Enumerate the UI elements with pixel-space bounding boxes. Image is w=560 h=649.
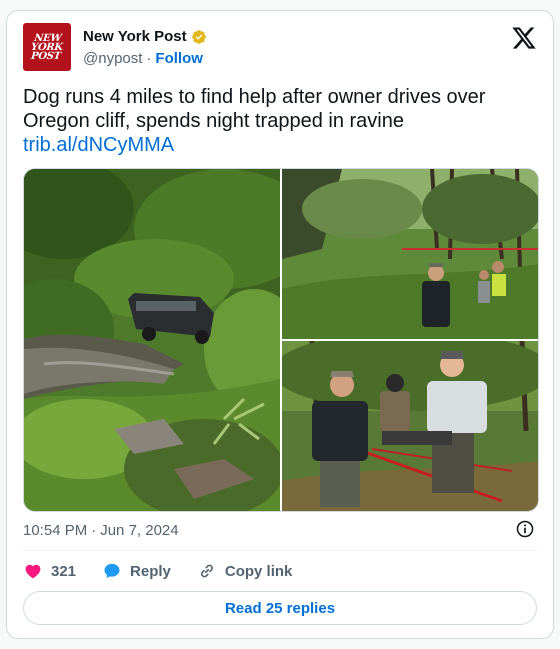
tweet-text: Dog runs 4 miles to find help after owne… (23, 86, 486, 132)
info-icon[interactable] (515, 519, 535, 539)
tweet-card: NEW YORK POST New York Post @nypost · Fo… (6, 10, 554, 639)
photo-suv-in-creek[interactable] (24, 169, 280, 511)
follow-button[interactable]: Follow (155, 50, 203, 67)
read-replies-button[interactable]: Read 25 replies (23, 591, 537, 625)
reply-button[interactable]: Reply (102, 561, 171, 581)
link-icon (200, 564, 213, 578)
copy-link-button[interactable]: Copy link (197, 561, 293, 581)
read-replies-label: Read 25 replies (224, 599, 336, 617)
reply-bubble-icon (104, 563, 120, 579)
author-handle[interactable]: @nypost (83, 50, 142, 67)
handle-separator: · (146, 50, 152, 67)
nypost-logo: NEW YORK POST (30, 33, 64, 62)
gold-verified-badge-icon (191, 29, 206, 44)
tweet-link[interactable]: trib.al/dNCyMMA (23, 133, 535, 157)
tweet-timestamp[interactable]: 10:54 PM · Jun 7, 2024 (23, 522, 179, 539)
like-count: 321 (51, 562, 77, 580)
media-grid (23, 168, 539, 512)
tweet-body: Dog runs 4 miles to find help after owne… (23, 85, 535, 157)
heart-icon (25, 564, 41, 579)
like-button[interactable]: 321 (23, 561, 76, 581)
copy-link-label: Copy link (224, 562, 293, 580)
divider (23, 550, 537, 551)
avatar-logo-line-3: POST (30, 50, 62, 62)
photo-rescuers-rope[interactable] (282, 169, 538, 339)
tweet-actions: 321 Reply Copy link (23, 560, 318, 582)
timestamp-separator: · (91, 522, 97, 539)
author-display-name[interactable]: New York Post (83, 28, 187, 45)
tweet-date: Jun 7, 2024 (100, 522, 179, 539)
reply-label: Reply (130, 562, 171, 580)
tweet-header: NEW YORK POST New York Post @nypost · Fo… (23, 23, 537, 71)
photo-rescuers-stretcher[interactable] (282, 341, 538, 511)
tweet-time: 10:54 PM (23, 522, 88, 539)
avatar[interactable]: NEW YORK POST (23, 23, 71, 71)
x-logo-icon[interactable] (511, 25, 537, 51)
